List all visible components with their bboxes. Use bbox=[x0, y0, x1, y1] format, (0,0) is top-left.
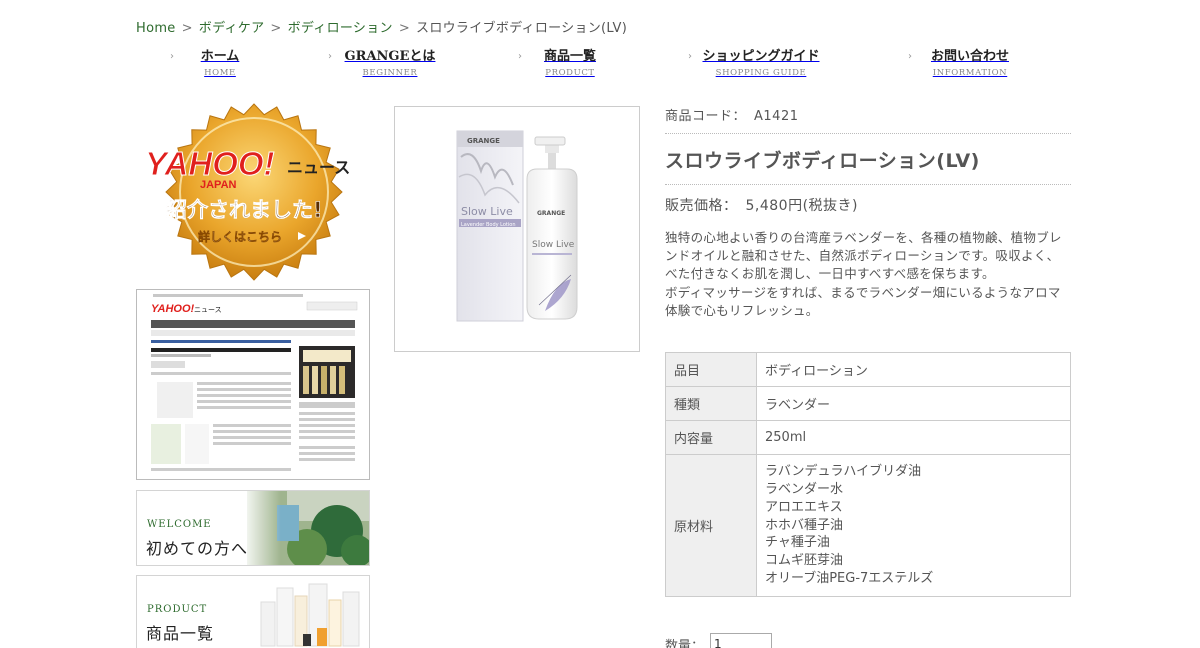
ingredient: オリーブ油PEG-7エステルズ bbox=[765, 570, 934, 586]
svg-text:Lavender Body Lotion: Lavender Body Lotion bbox=[461, 222, 516, 228]
news-screenshot-image: YAHOO! ニュース bbox=[137, 290, 369, 479]
ingredient: ラバンデュラハイブリダ油 bbox=[765, 464, 922, 480]
spec-value-list: ラバンデュラハイブリダ油 ラベンダー水 アロエエキス ホホバ種子油 チャ種子油 … bbox=[756, 454, 1071, 597]
ingredient: コムギ胚芽油 bbox=[765, 553, 844, 569]
svg-text:Slow Live: Slow Live bbox=[532, 240, 575, 250]
product-title: スロウライブボディローション(LV) bbox=[665, 134, 1071, 185]
breadcrumb-separator: > bbox=[398, 21, 411, 36]
spec-label: 品目 bbox=[665, 352, 757, 387]
breadcrumb-separator: > bbox=[270, 21, 282, 36]
nav-home[interactable]: › ホーム HOME bbox=[170, 48, 256, 84]
svg-text:Slow Live: Slow Live bbox=[461, 205, 513, 218]
spec-label: 内容量 bbox=[665, 420, 757, 455]
nav-label: ホーム bbox=[200, 49, 240, 64]
product-details: 商品コード： A1421 スロウライブボディローション(LV) 販売価格： 5,48… bbox=[665, 100, 1071, 320]
spec-value: ボディローション bbox=[756, 352, 1071, 387]
product-list-banner[interactable]: PRODUCT 商品一覧 bbox=[136, 575, 370, 648]
quantity-input[interactable] bbox=[710, 633, 773, 648]
chevron-right-icon: › bbox=[518, 51, 522, 62]
product-code: A1421 bbox=[754, 109, 799, 124]
svg-text:詳しくはこちら: 詳しくはこちら bbox=[198, 229, 282, 244]
ingredient: ホホバ種子油 bbox=[765, 517, 844, 533]
price-label: 販売価格： bbox=[665, 198, 738, 214]
description-paragraph: ボディマッサージをすれば、まるでラベンダー畑にいるようなアロマ体験で心もリフレッ… bbox=[665, 284, 1061, 318]
nav-label: お問い合わせ bbox=[930, 49, 1009, 64]
nav-label: 商品一覧 bbox=[543, 49, 596, 64]
product-bottle-image: GRANGE Slow Live Lavender Body Lotion GR… bbox=[456, 130, 578, 322]
breadcrumb-current: スロウライブボディローション(LV) bbox=[416, 21, 628, 36]
quantity-row: 数量： bbox=[665, 633, 773, 648]
product-description: 独特の心地よい香りの台湾産ラベンダーを、各種の植物鹸、植物ブレンドオイルと融和さ… bbox=[665, 229, 1071, 320]
yahoo-news-badge[interactable]: YAHOO! JAPAN ニュース 紹介されました! 詳しくはこちら bbox=[136, 103, 368, 281]
product-price-row: 販売価格： 5,480円(税抜き) bbox=[665, 195, 1071, 215]
yahoo-news-article-thumbnail[interactable]: YAHOO! ニュース bbox=[136, 289, 370, 480]
breadcrumb: Home > ボディケア > ボディローション > スロウライブボディローション(LV) bbox=[136, 17, 627, 36]
quantity-label: 数量： bbox=[665, 638, 705, 648]
breadcrumb-home[interactable]: Home bbox=[136, 21, 176, 36]
spec-value: ラベンダー bbox=[756, 386, 1071, 421]
chevron-right-icon: › bbox=[688, 51, 692, 62]
nav-sublabel: BEGINNER bbox=[362, 68, 418, 78]
product-code-label: 商品コード： bbox=[665, 109, 747, 124]
nav-sublabel: PRODUCT bbox=[545, 68, 595, 78]
svg-text:GRANGE: GRANGE bbox=[467, 137, 500, 145]
svg-text:紹介されました!: 紹介されました! bbox=[166, 198, 323, 222]
spec-table: 品目 ボディローション 種類 ラベンダー 内容量 250ml 原材料 ラバンデュ… bbox=[665, 352, 1071, 597]
nav-sublabel: HOME bbox=[204, 68, 236, 78]
svg-text:ニュース: ニュース bbox=[287, 158, 350, 177]
nav-about-grange[interactable]: › GRANGEとは BEGINNER bbox=[328, 48, 438, 84]
banner-en-label: PRODUCT bbox=[147, 604, 208, 615]
badge-seal-icon: YAHOO! JAPAN ニュース 紹介されました! 詳しくはこちら bbox=[145, 103, 350, 281]
breadcrumb-body-lotion[interactable]: ボディローション bbox=[288, 21, 393, 36]
banner-jp-label: 初めての方へ bbox=[146, 539, 249, 558]
ingredient: アロエエキス bbox=[765, 499, 843, 515]
global-nav: › ホーム HOME › GRANGEとは BEGINNER › 商品一覧 PR… bbox=[136, 48, 1071, 84]
nav-label: GRANGEとは bbox=[344, 49, 436, 64]
ingredient: ラベンダー水 bbox=[765, 482, 844, 497]
nav-label: ショッピングガイド bbox=[702, 49, 820, 64]
nav-sublabel: INFORMATION bbox=[932, 68, 1008, 78]
spec-label: 種類 bbox=[665, 386, 757, 421]
svg-text:JAPAN: JAPAN bbox=[200, 179, 237, 191]
table-row: 品目 ボディローション bbox=[665, 352, 1071, 387]
svg-text:ニュース: ニュース bbox=[194, 306, 222, 314]
product-photo: GRANGE Slow Live Lavender Body Lotion GR… bbox=[394, 106, 640, 352]
nav-sublabel: SHOPPING GUIDE bbox=[715, 68, 807, 78]
breadcrumb-separator: > bbox=[181, 21, 193, 36]
svg-text:YAHOO!: YAHOO! bbox=[151, 303, 195, 315]
spec-value: 250ml bbox=[756, 420, 1071, 455]
description-paragraph: 独特の心地よい香りの台湾産ラベンダーを、各種の植物鹸、植物ブレンドオイルと融和さ… bbox=[665, 230, 1062, 282]
banner-en-label: WELCOME bbox=[147, 519, 212, 530]
welcome-banner[interactable]: WELCOME 初めての方へ bbox=[136, 490, 370, 566]
nav-contact[interactable]: › お問い合わせ INFORMATION bbox=[908, 48, 1018, 84]
svg-text:GRANGE: GRANGE bbox=[537, 210, 565, 217]
nav-products[interactable]: › 商品一覧 PRODUCT bbox=[518, 48, 608, 84]
product-code-row: 商品コード： A1421 bbox=[665, 100, 1071, 134]
table-row: 種類 ラベンダー bbox=[665, 386, 1071, 421]
svg-text:YAHOO!: YAHOO! bbox=[145, 145, 275, 182]
ingredient: チャ種子油 bbox=[765, 535, 830, 551]
table-row: 内容量 250ml bbox=[665, 420, 1071, 455]
chevron-right-icon: › bbox=[908, 51, 912, 62]
banner-jp-label: 商品一覧 bbox=[146, 624, 215, 643]
breadcrumb-body-care[interactable]: ボディケア bbox=[199, 21, 265, 36]
price-value: 5,480円(税抜き) bbox=[745, 198, 859, 214]
table-row: 原材料 ラバンデュラハイブリダ油 ラベンダー水 アロエエキス ホホバ種子油 チャ… bbox=[665, 454, 1071, 597]
chevron-right-icon: › bbox=[170, 51, 174, 62]
spec-label: 原材料 bbox=[665, 454, 757, 597]
chevron-right-icon: › bbox=[328, 51, 332, 62]
nav-shopping-guide[interactable]: › ショッピングガイド SHOPPING GUIDE bbox=[688, 48, 820, 84]
